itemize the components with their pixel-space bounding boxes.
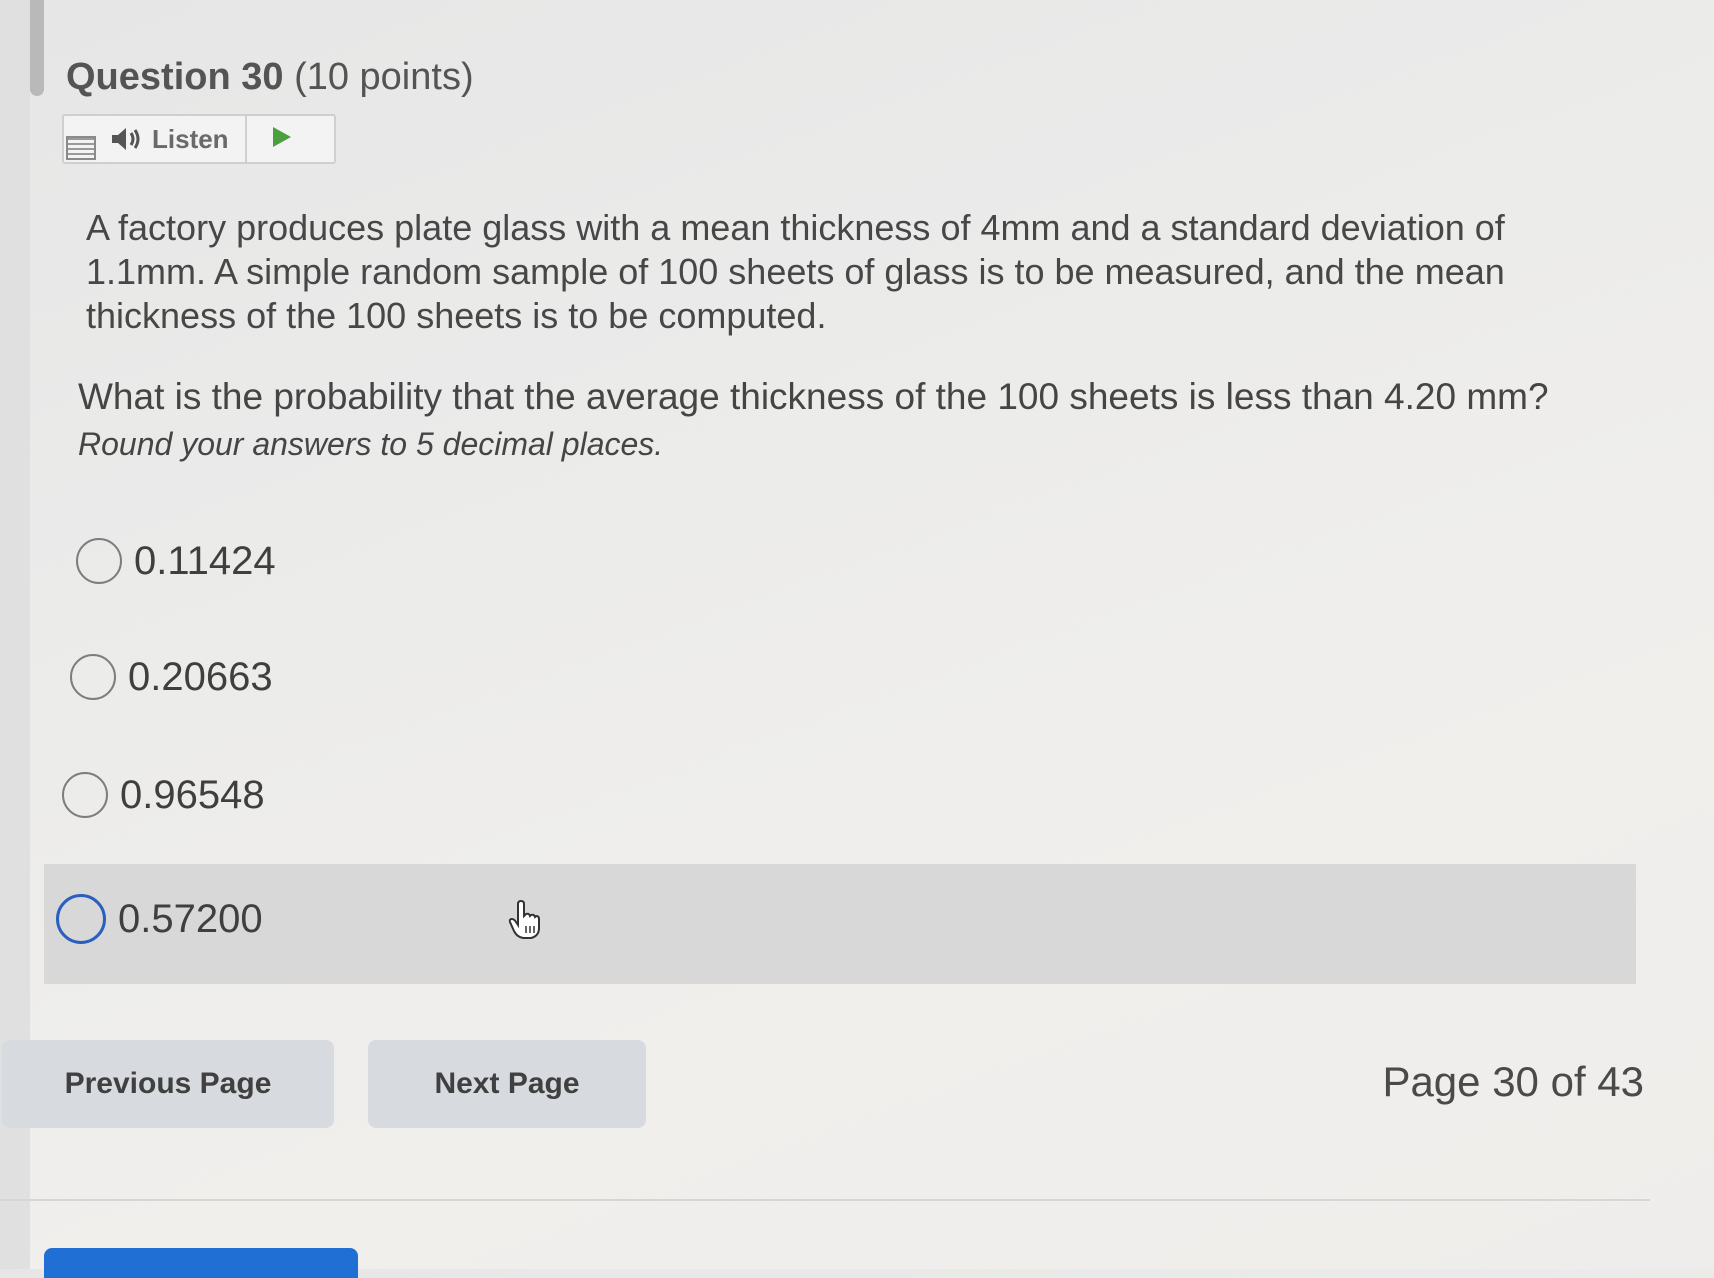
divider xyxy=(0,1199,1650,1201)
answer-label[interactable]: 0.20663 xyxy=(128,655,273,700)
prompt-text: What is the probability that the average… xyxy=(78,376,1549,417)
listen-label: Listen xyxy=(152,123,229,154)
answer-label[interactable]: 0.96548 xyxy=(120,773,265,818)
listen-button[interactable]: Listen xyxy=(96,116,247,162)
question-body: A factory produces plate glass with a me… xyxy=(86,207,1505,336)
question-prompt: What is the probability that the average… xyxy=(78,374,1638,467)
answer-label[interactable]: 0.11424 xyxy=(134,539,276,584)
answer-label[interactable]: 0.57200 xyxy=(118,897,263,942)
answer-option-4[interactable]: 0.57200 xyxy=(56,894,263,944)
radio-button[interactable] xyxy=(56,894,106,944)
answer-option-hover-highlight xyxy=(44,864,1636,984)
question-points: (10 points) xyxy=(294,56,474,98)
radio-button[interactable] xyxy=(76,538,122,584)
speaker-icon xyxy=(110,126,144,152)
answer-option-2[interactable]: 0.20663 xyxy=(70,654,273,700)
page-indicator: Page 30 of 43 xyxy=(1382,1058,1644,1105)
question-title: Question 30 (10 points) xyxy=(66,56,474,99)
document-icon[interactable] xyxy=(66,136,96,160)
question-number: Question 30 xyxy=(66,56,284,98)
previous-page-button[interactable]: Previous Page xyxy=(2,1040,334,1128)
listen-toolbar: Listen xyxy=(62,114,336,164)
play-button[interactable] xyxy=(247,116,317,162)
answer-option-1[interactable]: 0.11424 xyxy=(76,538,276,584)
hand-cursor-icon xyxy=(508,899,542,945)
radio-button[interactable] xyxy=(62,772,108,818)
next-page-button[interactable]: Next Page xyxy=(368,1040,646,1128)
play-icon xyxy=(271,125,293,154)
submit-button[interactable] xyxy=(44,1248,358,1278)
radio-button[interactable] xyxy=(70,654,116,700)
scrollbar-thumb[interactable] xyxy=(30,0,44,96)
answer-option-3[interactable]: 0.96548 xyxy=(62,772,265,818)
rounding-hint: Round your answers to 5 decimal places. xyxy=(78,426,664,462)
